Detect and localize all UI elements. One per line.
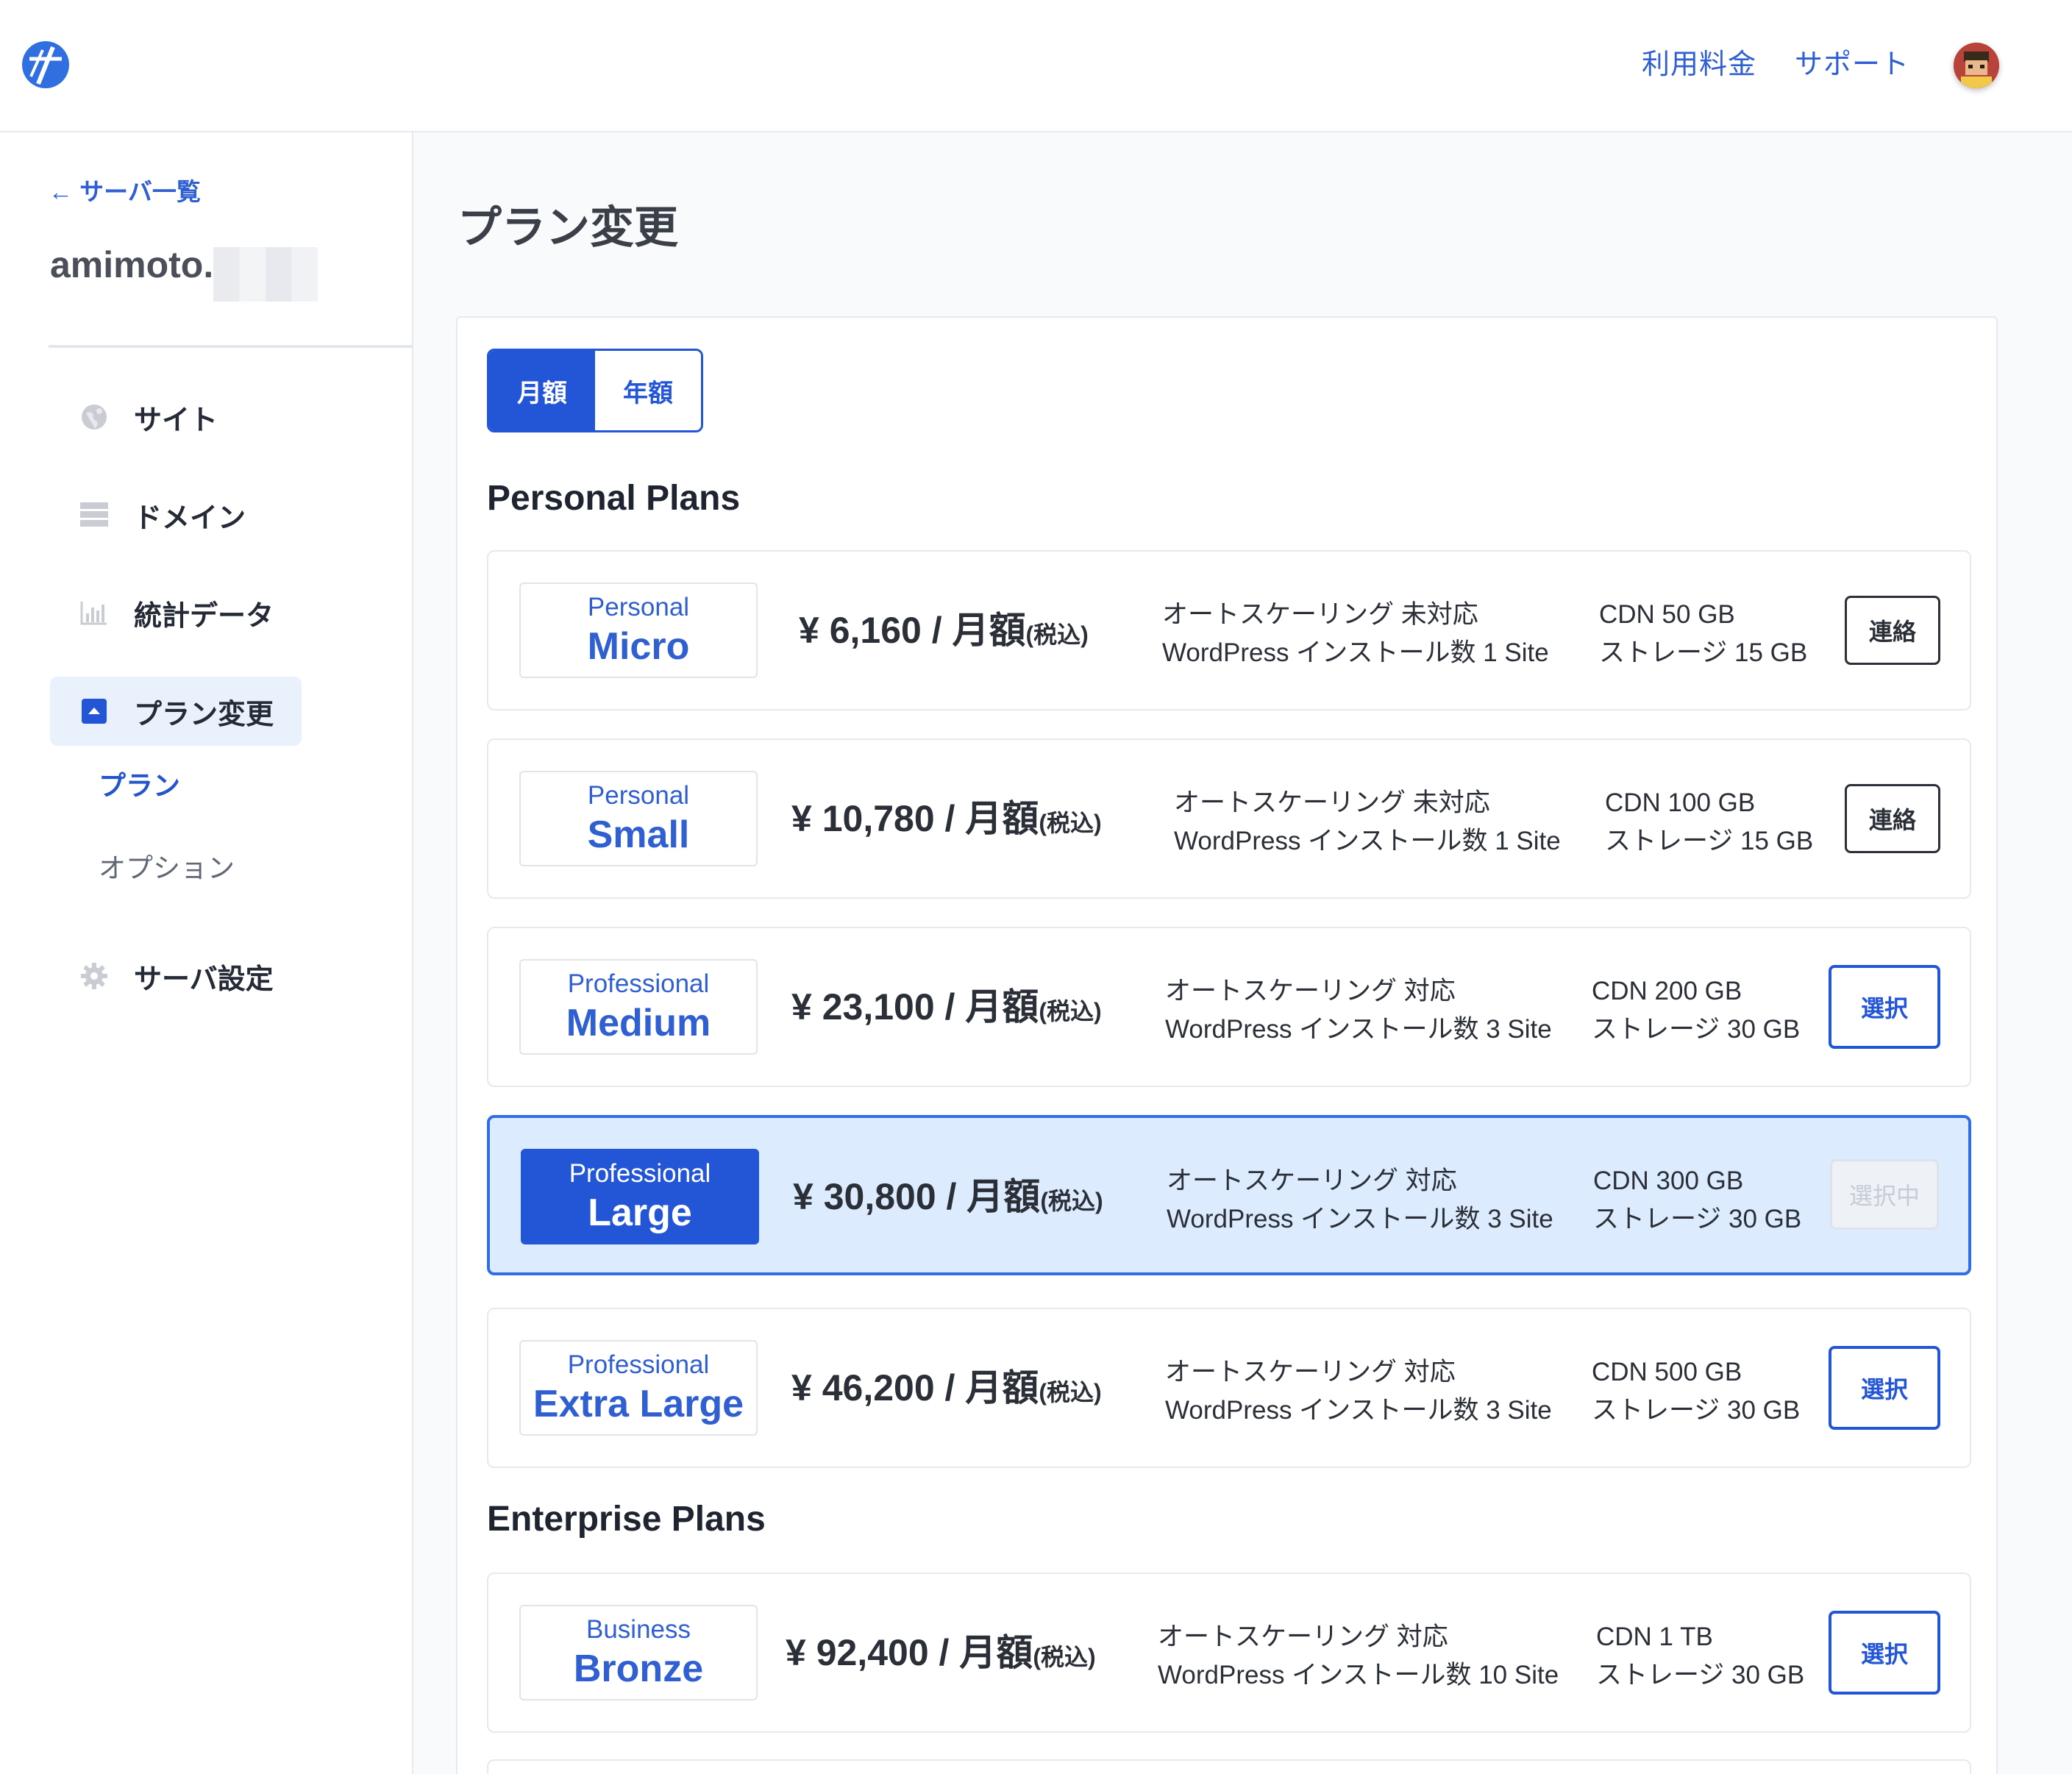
plan-name: Extra Large — [533, 1383, 744, 1425]
gear-icon — [79, 961, 109, 991]
plan-name: Large — [588, 1191, 692, 1234]
sidebar-item-plan-change[interactable]: プラン変更 — [50, 677, 302, 746]
plan-specs: CDN 50 GB ストレージ 15 GB — [1599, 600, 1808, 667]
plan-specs: CDN 1 TB ストレージ 30 GB — [1596, 1622, 1805, 1689]
plan-features: オートスケーリング 対応 WordPress インストール数 3 Site — [1165, 1358, 1552, 1425]
plan-name: Small — [587, 813, 690, 856]
yearly-toggle-button[interactable]: 年額 — [595, 351, 701, 430]
amimoto-logo-icon[interactable] — [21, 40, 71, 90]
sidebar-subitem-options[interactable]: オプション — [99, 850, 235, 887]
user-avatar-icon[interactable] — [1954, 43, 1999, 88]
sidebar-item-server-settings[interactable]: サーバ設定 — [50, 941, 302, 1011]
plan-price: ¥ 92,400 / 月額(税込) — [786, 1632, 1096, 1673]
plan-name: Medium — [566, 1002, 711, 1044]
sidebar-item-statistics[interactable]: 統計データ — [50, 578, 302, 647]
plan-badge: Professional Medium — [519, 959, 758, 1055]
redacted-server-name — [213, 247, 318, 302]
plan-specs: CDN 500 GB ストレージ 30 GB — [1592, 1358, 1801, 1425]
plan-badge: Professional Large — [521, 1149, 759, 1244]
plan-price: ¥ 30,800 / 月額(税込) — [793, 1176, 1103, 1217]
plan-badge: Personal Small — [519, 771, 758, 866]
back-to-server-list-link[interactable]: ← サーバ一覧 — [49, 174, 201, 210]
contact-button[interactable]: 連絡 — [1845, 784, 1940, 853]
plan-badge: Professional Extra Large — [519, 1340, 758, 1436]
plan-price: ¥ 6,160 / 月額(税込) — [799, 610, 1089, 651]
plan-card-micro: Personal Micro ¥ 6,160 / 月額(税込) オートスケーリン… — [487, 550, 1971, 710]
section-title-personal: Personal Plans — [487, 479, 741, 518]
server-name: amimoto. — [50, 244, 214, 285]
select-plan-button[interactable]: 選択 — [1829, 965, 1940, 1049]
plan-features: オートスケーリング 未対応 WordPress インストール数 1 Site — [1162, 600, 1549, 667]
sidebar-item-label: プラン変更 — [134, 699, 274, 730]
select-plan-button[interactable]: 選択 — [1829, 1346, 1940, 1430]
billing-period-toggle: 月額 年額 — [487, 349, 703, 432]
plan-features: オートスケーリング 未対応 WordPress インストール数 1 Site — [1174, 788, 1561, 855]
plan-price: ¥ 46,200 / 月額(税込) — [791, 1367, 1102, 1408]
sidebar-item-domains[interactable]: ドメイン — [50, 480, 302, 549]
plan-card-bronze: Business Bronze ¥ 92,400 / 月額(税込) オートスケー… — [487, 1572, 1971, 1733]
contact-button[interactable]: 連絡 — [1845, 596, 1940, 665]
plan-tier: Professional — [567, 1350, 710, 1379]
globe-icon — [79, 402, 109, 432]
plan-name: Micro — [587, 625, 690, 668]
plan-specs: CDN 200 GB ストレージ 30 GB — [1592, 977, 1801, 1044]
sidebar-item-label: サイト — [134, 405, 218, 436]
sidebar-subitem-plan[interactable]: プラン — [99, 768, 180, 805]
section-title-enterprise: Enterprise Plans — [487, 1500, 766, 1539]
pricing-link[interactable]: 利用料金 — [1642, 46, 1756, 84]
page-title: プラン変更 — [458, 203, 678, 252]
sidebar-item-label: ドメイン — [134, 502, 246, 534]
plan-badge: Business Bronze — [519, 1605, 758, 1700]
plan-tier: Professional — [569, 1159, 711, 1188]
sidebar-item-sites[interactable]: サイト — [50, 382, 302, 452]
select-plan-button[interactable]: 選択 — [1829, 1611, 1940, 1695]
plan-tier: Personal — [587, 593, 690, 621]
plan-tier: Professional — [567, 969, 710, 998]
plan-card-medium: Professional Medium ¥ 23,100 / 月額(税込) オー… — [487, 927, 1971, 1087]
plan-specs: CDN 300 GB ストレージ 30 GB — [1593, 1166, 1802, 1233]
plan-specs: CDN 100 GB ストレージ 15 GB — [1605, 788, 1814, 855]
plan-price: ¥ 23,100 / 月額(税込) — [791, 986, 1102, 1027]
monthly-toggle-button[interactable]: 月額 — [489, 351, 595, 430]
plan-features: オートスケーリング 対応 WordPress インストール数 10 Site — [1158, 1622, 1559, 1689]
current-plan-button: 選択中 — [1830, 1159, 1939, 1230]
plan-card-small: Personal Small ¥ 10,780 / 月額(税込) オートスケーリ… — [487, 738, 1971, 899]
plan-tier: Business — [585, 1615, 691, 1644]
plan-name: Bronze — [573, 1647, 704, 1690]
bar-chart-icon — [79, 598, 109, 627]
plan-badge: Personal Micro — [519, 583, 758, 678]
plan-tier: Personal — [587, 781, 690, 810]
upload-box-icon — [79, 697, 109, 726]
plan-features: オートスケーリング 対応 WordPress インストール数 3 Site — [1167, 1166, 1553, 1233]
plan-card-next-partial — [487, 1759, 1971, 1774]
server-list-icon — [79, 500, 109, 530]
top-header: 利用料金 サポート — [0, 0, 2072, 132]
sidebar-item-label: サーバ設定 — [134, 963, 274, 995]
plan-card-large-current: Professional Large ¥ 30,800 / 月額(税込) オート… — [487, 1115, 1971, 1275]
plan-panel: 月額 年額 Personal Plans Personal Micro ¥ 6,… — [456, 316, 1998, 1774]
plan-features: オートスケーリング 対応 WordPress インストール数 3 Site — [1165, 977, 1552, 1044]
sidebar-divider — [49, 345, 413, 348]
sidebar-item-label: 統計データ — [134, 600, 274, 632]
plan-price: ¥ 10,780 / 月額(税込) — [791, 798, 1102, 839]
sidebar: ← サーバ一覧 amimoto. サイト ドメイン 統計データ プラン変更 プラ… — [0, 132, 413, 1774]
support-link[interactable]: サポート — [1795, 46, 1909, 84]
plan-card-extra-large: Professional Extra Large ¥ 46,200 / 月額(税… — [487, 1308, 1971, 1468]
